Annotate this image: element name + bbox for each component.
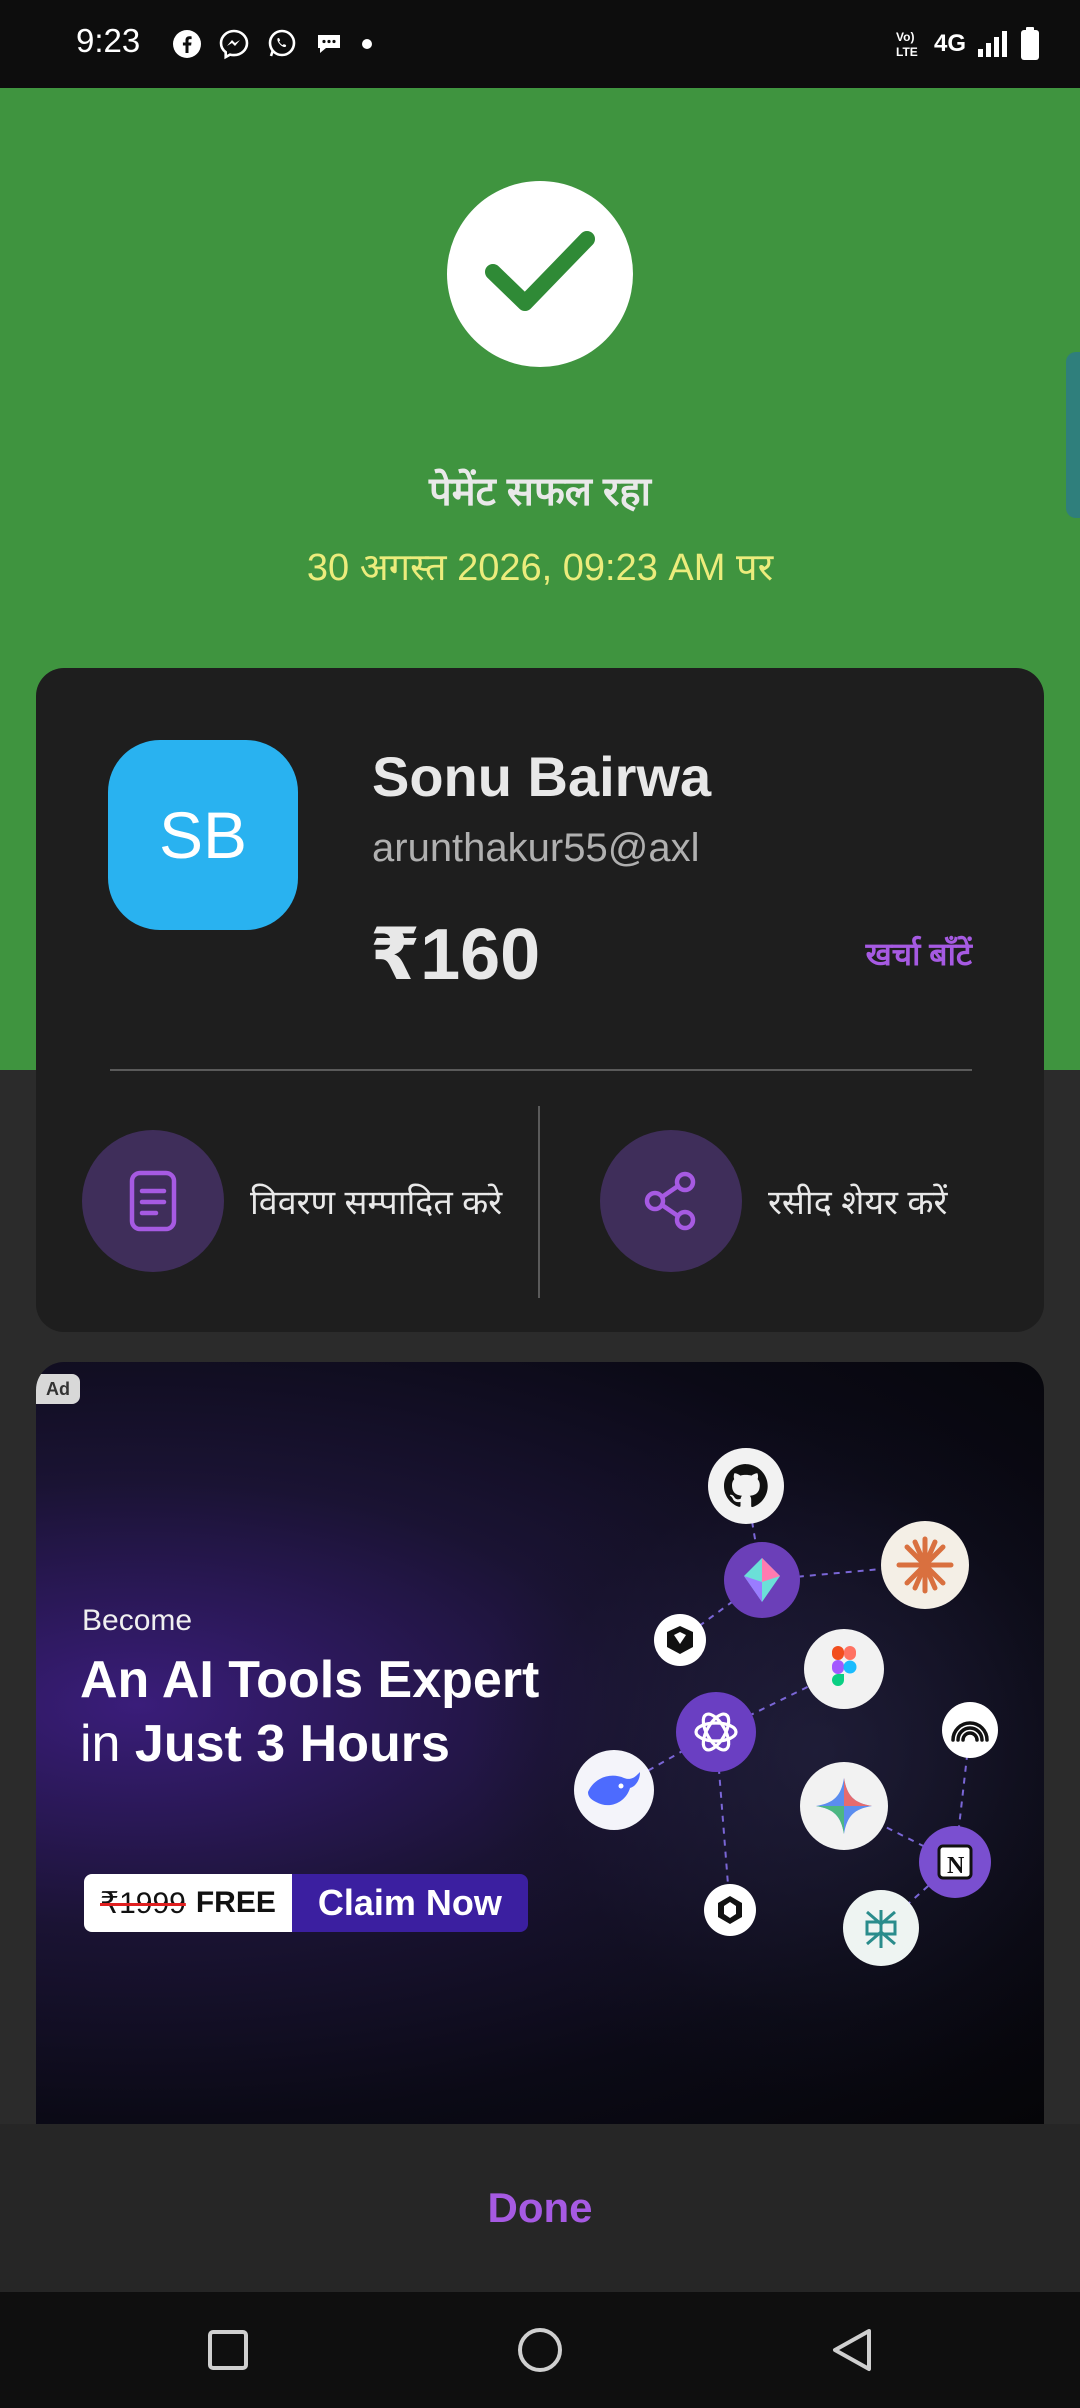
ad-become-text: Become: [82, 1604, 193, 1637]
back-button[interactable]: [812, 2312, 892, 2392]
footer-bar: Done: [0, 2124, 1080, 2292]
svg-text:N: N: [947, 1853, 965, 1879]
gemini-diamond-icon: [724, 1542, 800, 1618]
perplexity-icon: [843, 1890, 919, 1966]
claim-now-button[interactable]: Claim Now: [291, 1874, 528, 1932]
ad-price-box: ₹1999 FREE: [84, 1874, 292, 1932]
ad-old-price: ₹1999: [100, 1886, 186, 1920]
4g-label: 4G: [933, 30, 966, 57]
ad-badge: Ad: [36, 1374, 80, 1404]
system-status-icons: Vo) LTE 4G: [896, 24, 1040, 64]
perplexity-cube-icon: [654, 1614, 706, 1666]
volte-icon: Vo) LTE: [896, 29, 924, 59]
ad-headline-line1: An AI Tools Expert: [80, 1651, 540, 1709]
gemini-star-icon: [800, 1762, 888, 1850]
home-button[interactable]: [500, 2312, 580, 2392]
battery-icon: [1020, 27, 1040, 61]
svg-text:LTE: LTE: [896, 45, 918, 59]
ad-headline: An AI Tools Expert in Just 3 Hours: [80, 1648, 640, 1776]
ad-free-label: FREE: [195, 1886, 276, 1919]
share-icon: [600, 1130, 742, 1272]
checkmark-icon: [485, 227, 595, 322]
ad-headline-bold: Just 3 Hours: [134, 1715, 450, 1773]
payment-datetime: 30 अगस्त 2026, 09:23 AM पर: [306, 547, 774, 589]
payee-card: SB Sonu Bairwa arunthakur55@axl ₹160 खर्…: [36, 668, 1044, 1332]
claude-icon: [881, 1521, 969, 1609]
wireless-icon: [942, 1702, 998, 1758]
notion-icon: N: [919, 1826, 991, 1898]
split-expense-button[interactable]: खर्चा बाँटें: [866, 932, 972, 975]
openai-icon: [676, 1692, 756, 1772]
share-receipt-button[interactable]: रसीद शेयर करें: [600, 1130, 947, 1272]
ad-headline-prefix: in: [80, 1715, 135, 1773]
github-icon: [708, 1448, 784, 1524]
edit-details-label: विवरण सम्पादित करे: [250, 1184, 503, 1222]
action-divider: [538, 1106, 540, 1298]
done-button[interactable]: Done: [428, 2164, 653, 2252]
ad-cta[interactable]: ₹1999 FREE Claim Now: [84, 1874, 528, 1932]
dot-icon: [360, 37, 374, 51]
status-time: 9:23: [76, 22, 141, 59]
status-bar: 9:23 Vo) LTE 4G: [0, 0, 1080, 88]
cube-icon: [704, 1884, 756, 1936]
figma-icon: [804, 1629, 884, 1709]
side-edge-handle[interactable]: [1066, 352, 1080, 518]
payment-amount: ₹160: [370, 915, 541, 995]
whatsapp-icon: [266, 28, 298, 60]
back-triangle-icon: [829, 2327, 875, 2378]
notification-icons: [172, 24, 374, 64]
facebook-icon: [172, 29, 202, 59]
avatar: SB: [108, 740, 298, 930]
document-edit-icon: [82, 1130, 224, 1272]
edit-details-button[interactable]: विवरण सम्पादित करे: [82, 1130, 502, 1272]
payee-upi-id: arunthakur55@axl: [372, 826, 700, 870]
ad-headline-line2: in Just 3 Hours: [80, 1712, 640, 1776]
square-icon: [206, 2328, 250, 2377]
circle-icon: [515, 2325, 565, 2380]
recents-button[interactable]: [188, 2312, 268, 2392]
system-navigation-bar: [0, 2292, 1080, 2408]
success-check-badge: [447, 181, 633, 367]
payee-name: Sonu Bairwa: [372, 745, 712, 808]
payment-success-title: पेमेंट सफल रहा: [429, 470, 651, 514]
signal-icon: [976, 29, 1010, 59]
ad-banner[interactable]: N Ad Become An AI Tools Expert in Just 3…: [36, 1362, 1044, 2124]
divider: [110, 1069, 972, 1071]
share-receipt-label: रसीद शेयर करें: [768, 1184, 948, 1222]
svg-text:Vo): Vo): [896, 30, 914, 44]
messenger-icon: [218, 28, 250, 60]
chat-bubble-icon: [314, 29, 344, 59]
